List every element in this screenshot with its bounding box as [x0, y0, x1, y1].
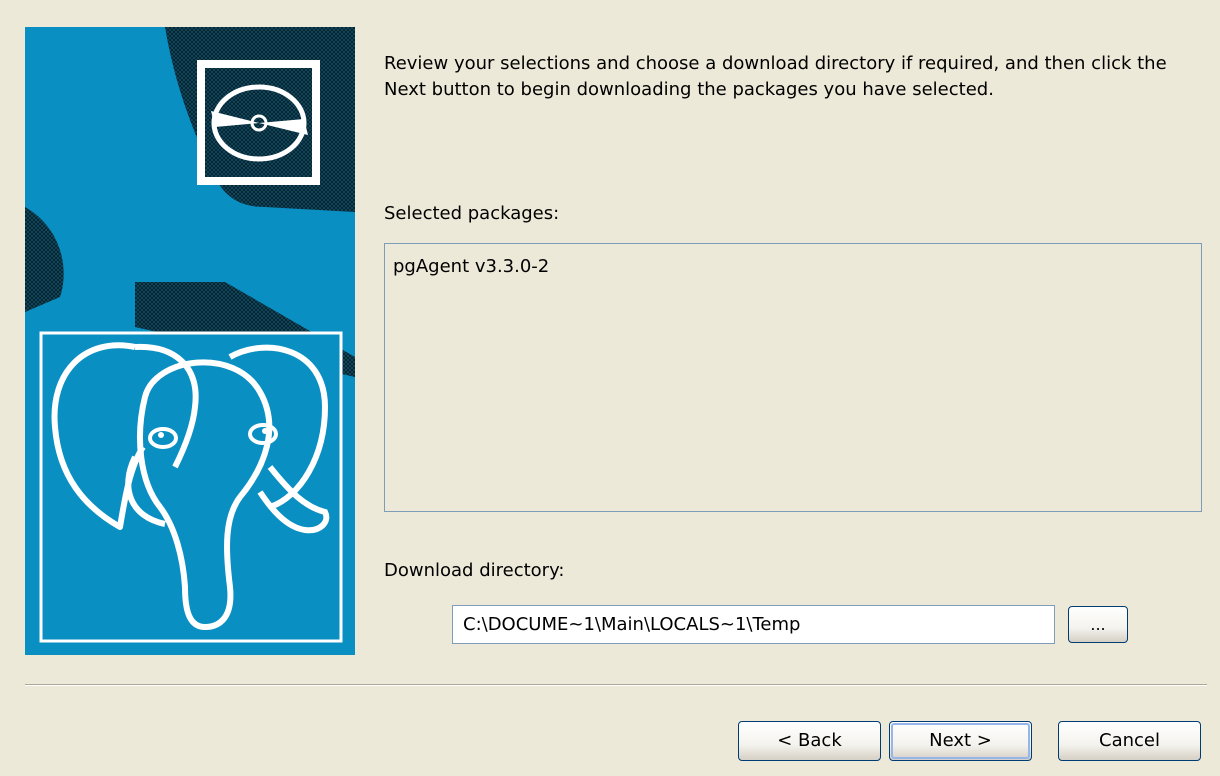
browse-button[interactable]: ...: [1068, 606, 1128, 643]
download-directory-input[interactable]: [452, 605, 1055, 644]
selected-packages-list[interactable]: pgAgent v3.3.0-2: [384, 243, 1202, 512]
back-button[interactable]: < Back: [738, 721, 881, 761]
cancel-button[interactable]: Cancel: [1058, 721, 1201, 761]
intro-text: Review your selections and choose a down…: [384, 53, 1167, 100]
divider: [25, 684, 1207, 686]
postgresql-elephant-logo: [39, 331, 343, 643]
list-item[interactable]: pgAgent v3.3.0-2: [393, 255, 1193, 279]
disc-icon: [197, 60, 320, 185]
side-banner: [25, 27, 355, 655]
next-button[interactable]: Next >: [889, 721, 1032, 761]
download-directory-label: Download directory:: [384, 560, 565, 581]
selected-packages-label: Selected packages:: [384, 203, 560, 224]
